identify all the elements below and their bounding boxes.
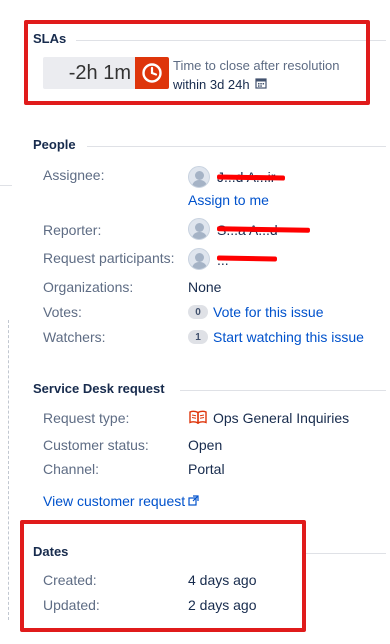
votes-count-badge: 0 (188, 305, 208, 319)
people-section-rule (87, 146, 386, 147)
votes-label: Votes: (43, 304, 82, 320)
people-section-title: People (33, 137, 76, 152)
channel-label: Channel: (43, 461, 100, 477)
participant-redaction (216, 255, 278, 262)
service-desk-section-title: Service Desk request (33, 381, 165, 396)
customer-status-value: Open (188, 437, 223, 453)
assignee-avatar (188, 166, 210, 188)
participants-label: Request participants: (43, 250, 175, 266)
watchers-label: Watchers: (43, 329, 106, 345)
book-icon (189, 410, 207, 429)
sla-annotation-box (24, 20, 370, 105)
left-panel-divider (0, 185, 12, 186)
reporter-label: Reporter: (43, 222, 102, 238)
left-panel-dashed-edge (8, 320, 9, 620)
request-type-label: Request type: (43, 410, 130, 426)
dates-section-rule (306, 553, 386, 554)
customer-status-label: Customer status: (43, 437, 149, 453)
channel-value: Portal (188, 461, 225, 477)
watchers-count-badge: 1 (188, 330, 208, 344)
vote-for-issue-link[interactable]: Vote for this issue (213, 304, 324, 320)
dates-annotation-box (20, 520, 306, 632)
assign-to-me-link[interactable]: Assign to me (188, 192, 269, 208)
organizations-label: Organizations: (43, 279, 134, 295)
view-customer-request-link[interactable]: View customer request (43, 493, 199, 509)
start-watching-link[interactable]: Start watching this issue (213, 329, 364, 345)
assignee-label: Assignee: (43, 167, 105, 183)
request-type-value: Ops General Inquiries (213, 410, 350, 426)
service-desk-section-rule (180, 390, 386, 391)
organizations-value: None (188, 279, 222, 295)
participant-avatar (188, 248, 210, 270)
view-customer-request-label: View customer request (43, 493, 186, 509)
reporter-avatar (188, 218, 210, 240)
external-link-icon (188, 493, 199, 509)
